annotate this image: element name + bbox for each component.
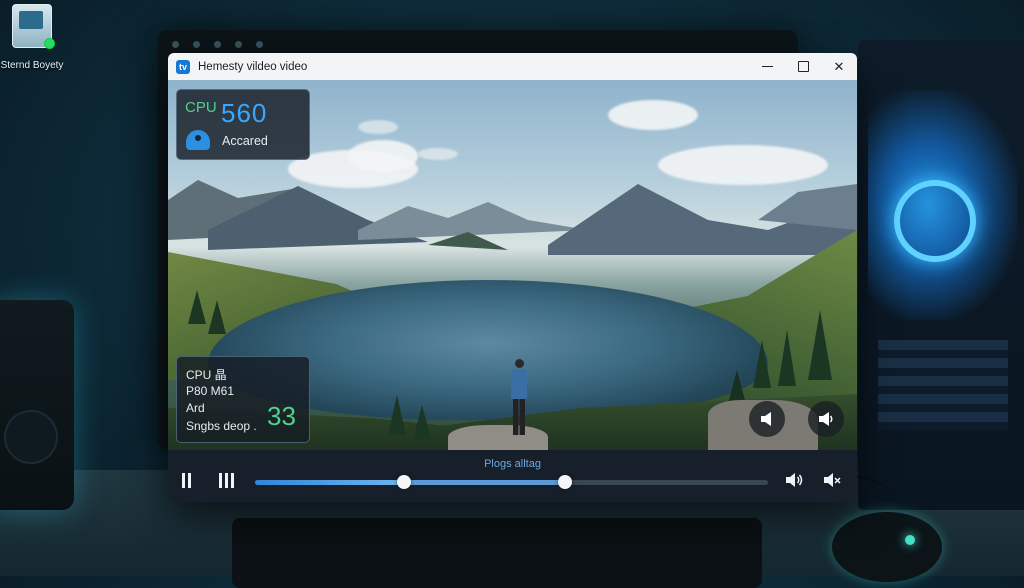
cpu-value: 560 <box>221 98 268 128</box>
perf-line-2: P80 M61 <box>186 384 235 398</box>
cpu-stats-overlay: CPU 560 Accared <box>176 89 310 160</box>
cpu-label: CPU <box>185 99 217 116</box>
video-frame[interactable]: CPU 560 Accared CPU 晶 P80 M61 Ard Sngbs … <box>168 80 857 450</box>
forward-button[interactable] <box>808 401 844 437</box>
progress-fill <box>255 480 404 485</box>
seek-bar[interactable] <box>255 475 768 489</box>
speaker-button[interactable] <box>822 470 842 490</box>
perf-line-1: CPU 晶 <box>186 368 227 382</box>
maximize-icon <box>797 61 809 72</box>
pause-button[interactable] <box>182 470 191 490</box>
control-bar: Plogs alltag <box>168 450 857 502</box>
pause-icon <box>182 472 191 488</box>
playlist-icon <box>219 472 234 488</box>
playlist-button[interactable] <box>219 470 234 490</box>
window-title: Hemesty vildeo video <box>198 60 308 73</box>
progress-knob[interactable] <box>396 475 411 489</box>
forward-icon <box>819 412 833 426</box>
perf-line-4: Sngbs deop . <box>186 419 257 433</box>
mouse-light <box>905 535 915 545</box>
close-icon: ✕ <box>833 58 845 74</box>
buffer-fill <box>403 480 566 485</box>
rewind-icon <box>761 412 771 426</box>
desktop-shortcut[interactable]: Sternd Boyety <box>0 4 64 71</box>
app-logo-icon: tv <box>176 59 190 74</box>
perf-line-3: Ard <box>186 401 205 415</box>
minimize-icon <box>761 65 773 68</box>
volume-button[interactable] <box>784 470 804 490</box>
app-shortcut-icon <box>12 4 55 49</box>
minimize-button[interactable] <box>749 53 785 80</box>
rewind-button[interactable] <box>749 401 785 437</box>
speaker-icon <box>824 473 841 487</box>
desktop-shortcut-label: Sternd Boyety <box>0 60 64 71</box>
close-button[interactable]: ✕ <box>821 53 857 80</box>
status-text: Accared <box>222 134 268 148</box>
perf-big-value: 33 <box>267 401 296 431</box>
video-player-window: tv Hemesty vildeo video ✕ CPU 560 Accare… <box>168 53 857 502</box>
performance-overlay: CPU 晶 P80 M61 Ard Sngbs deop . 33 <box>176 356 310 443</box>
speaker-left <box>0 300 74 510</box>
rock-outcrop <box>448 425 548 450</box>
now-playing-label: Plogs alltag <box>484 458 541 470</box>
mouse <box>832 512 942 582</box>
buffer-knob[interactable] <box>558 475 573 489</box>
volume-icon <box>786 473 803 487</box>
title-bar[interactable]: tv Hemesty vildeo video ✕ <box>168 53 857 80</box>
gauge-icon <box>186 130 210 150</box>
pc-tower <box>858 40 1024 510</box>
maximize-button[interactable] <box>785 53 821 80</box>
hiker-figure <box>511 359 527 439</box>
keyboard <box>232 518 762 588</box>
